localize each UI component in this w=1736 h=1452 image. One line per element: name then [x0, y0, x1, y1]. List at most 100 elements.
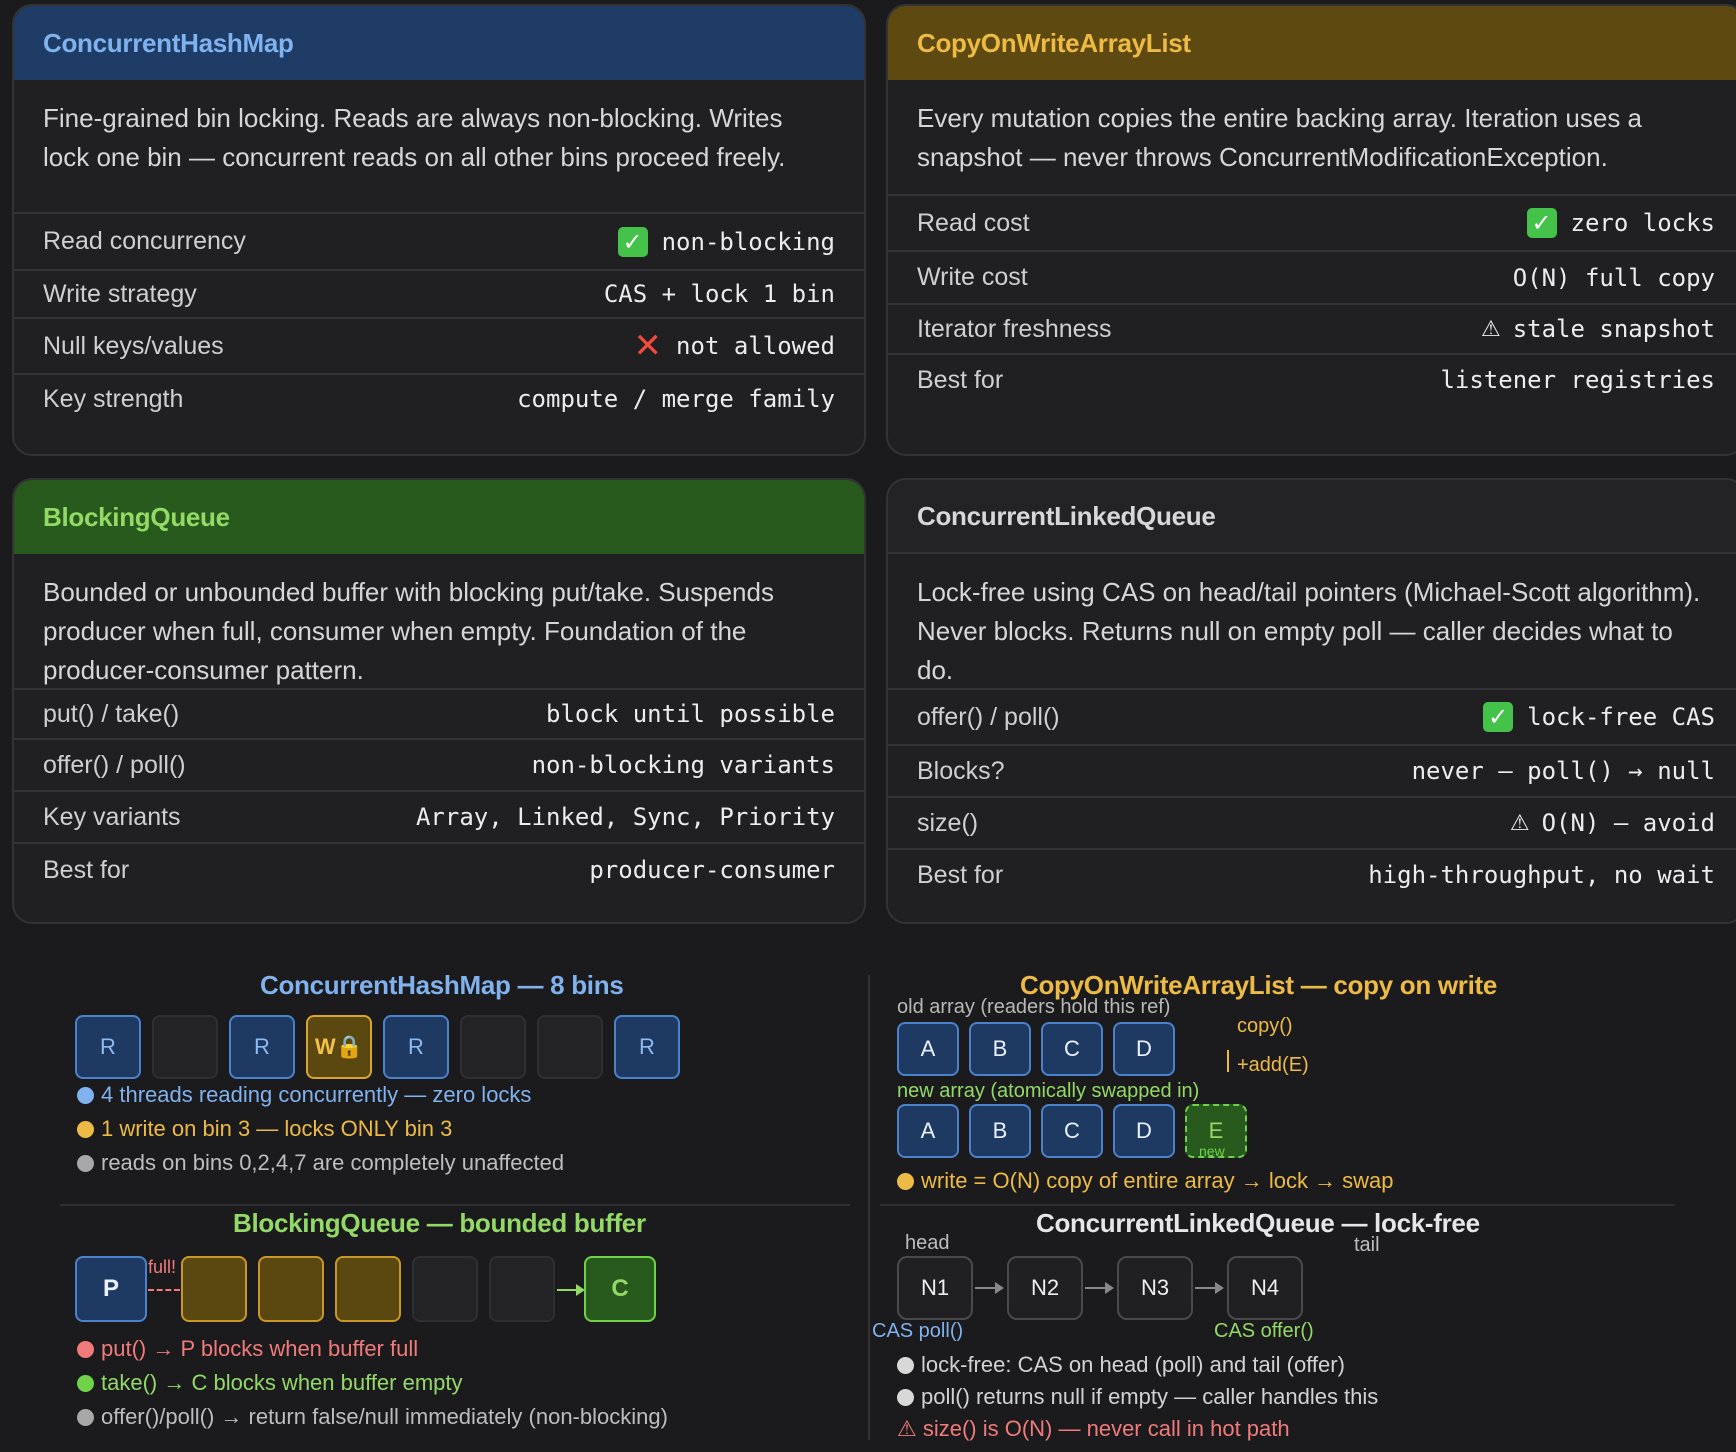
buffer-slot-full — [258, 1256, 324, 1322]
row-value: O(N) full copy — [1512, 263, 1715, 292]
check-icon: ✓ — [1526, 208, 1557, 238]
table-row: Write strategy CAS + lock 1 bin — [14, 269, 864, 317]
row-label: Blocks? — [917, 756, 1005, 785]
legend-dot — [77, 1120, 94, 1138]
buffer-slot-full — [335, 1256, 401, 1322]
full-label: full! — [148, 1257, 177, 1277]
cas-offer-label: CAS offer() — [1214, 1320, 1314, 1342]
node-link — [1085, 1287, 1107, 1289]
queue-node: N1 — [897, 1256, 973, 1320]
legend-text: 4 threads reading concurrently — zero lo… — [101, 1082, 532, 1107]
node-link — [975, 1287, 997, 1289]
old-array-item: C — [1041, 1022, 1103, 1076]
horizontal-divider — [60, 1204, 850, 1206]
legend-text: reads on bins 0,2,4,7 are completely una… — [101, 1150, 565, 1175]
legend-text: poll() returns null if empty — caller ha… — [921, 1384, 1379, 1409]
old-array-item: D — [1113, 1022, 1175, 1076]
card-title: ConcurrentLinkedQueue — [888, 480, 1736, 554]
row-label: size() — [917, 808, 979, 837]
legend-dot — [897, 1172, 914, 1190]
row-label: put() / take() — [43, 699, 180, 728]
row-value: producer-consumer — [589, 856, 835, 884]
row-value: not allowed — [676, 332, 835, 360]
row-label: Best for — [917, 860, 1004, 889]
bin-0: R — [75, 1015, 141, 1079]
copy-arrow-line — [1227, 1050, 1229, 1072]
check-icon: ✓ — [1483, 702, 1514, 732]
row-value: stale snapshot — [1512, 315, 1715, 343]
row-label: Iterator freshness — [917, 314, 1112, 343]
row-label: offer() / poll() — [43, 750, 186, 779]
row-value: block until possible — [546, 700, 835, 728]
bin-3: W🔒 — [306, 1015, 372, 1079]
producer-box: P — [75, 1256, 147, 1322]
bin-4: R — [383, 1015, 449, 1079]
copy-label: copy() — [1237, 1015, 1293, 1037]
table-row: Key variants Array, Linked, Sync, Priori… — [14, 790, 864, 842]
table-row: offer() / poll() ✓ lock-free CAS — [888, 688, 1736, 744]
new-array-item: C — [1041, 1104, 1103, 1158]
row-value: never — poll() → null — [1411, 757, 1715, 785]
legend-text: write = O(N) copy of entire array → lock… — [921, 1168, 1394, 1193]
table-row: Blocks? never — poll() → null — [888, 744, 1736, 796]
row-value: compute / merge family — [517, 385, 835, 413]
row-label: Null keys/values — [43, 331, 224, 360]
legend-item: put() → P blocks when buffer full — [77, 1336, 418, 1362]
card-title: ConcurrentHashMap — [14, 6, 864, 80]
row-label: Best for — [43, 855, 130, 884]
legend-item: offer()/poll() → return false/null immed… — [77, 1404, 668, 1430]
row-value: listener registries — [1440, 366, 1715, 394]
new-array-item: D — [1113, 1104, 1175, 1158]
chm-diagram-title: ConcurrentHashMap — 8 bins — [260, 970, 624, 1000]
legend-text: ⚠ size() is O(N) — never call in hot pat… — [897, 1416, 1290, 1441]
consumer-box: C — [584, 1256, 656, 1322]
buffer-slot-empty — [489, 1256, 555, 1322]
table-row: Null keys/values ✕ not allowed — [14, 317, 864, 373]
bin-6 — [537, 1015, 603, 1079]
table-row: Iterator freshness ⚠ stale snapshot — [888, 303, 1736, 353]
row-value: Array, Linked, Sync, Priority — [415, 803, 835, 831]
card-description: Bounded or unbounded buffer with blockin… — [43, 577, 774, 685]
table-row: Best for high-throughput, no wait — [888, 848, 1736, 900]
queue-node: N2 — [1007, 1256, 1083, 1320]
table-row: Read concurrency ✓ non-blocking — [14, 212, 864, 269]
old-array-label: old array (readers hold this ref) — [897, 996, 1171, 1018]
row-value: O(N) — avoid — [1541, 809, 1715, 837]
table-row: Best for producer-consumer — [14, 842, 864, 896]
table-row: size() ⚠ O(N) — avoid — [888, 796, 1736, 848]
bin-5 — [460, 1015, 526, 1079]
legend-item: 1 write on bin 3 — locks ONLY bin 3 — [77, 1116, 452, 1142]
legend-item: poll() returns null if empty — caller ha… — [897, 1384, 1378, 1410]
arrow-head-icon — [1105, 1282, 1114, 1294]
new-element-label: E — [1208, 1118, 1224, 1143]
bq-diagram-title: BlockingQueue — bounded buffer — [233, 1208, 646, 1238]
warning-icon: ⚠ — [1480, 316, 1501, 342]
concurrentlinkedqueue-card: ConcurrentLinkedQueue Lock-free using CA… — [886, 478, 1736, 924]
row-label: offer() / poll() — [917, 702, 1060, 731]
legend-dot — [77, 1154, 94, 1172]
row-label: Read concurrency — [43, 227, 246, 255]
row-value: non-blocking variants — [531, 751, 835, 779]
row-label: Read cost — [917, 208, 1030, 237]
table-row: Best for listener registries — [888, 353, 1736, 405]
old-array-item: A — [897, 1022, 959, 1076]
bin-2: R — [229, 1015, 295, 1079]
card-description: Lock-free using CAS on head/tail pointer… — [917, 577, 1701, 685]
table-row: put() / take() block until possible — [14, 688, 864, 738]
legend-dot — [77, 1086, 94, 1104]
warning-icon: ⚠ — [1509, 810, 1530, 836]
new-tag: new — [1199, 1143, 1225, 1159]
blockingqueue-card: BlockingQueue Bounded or unbounded buffe… — [12, 478, 866, 924]
buffer-slot-empty — [412, 1256, 478, 1322]
check-icon: ✓ — [617, 226, 648, 257]
new-array-item: B — [969, 1104, 1031, 1158]
table-row: Key strength compute / merge family — [14, 373, 864, 423]
blocked-dash — [148, 1289, 180, 1291]
buffer-slot-full — [181, 1256, 247, 1322]
legend-item: lock-free: CAS on head (poll) and tail (… — [897, 1352, 1345, 1378]
add-label: +add(E) — [1237, 1054, 1309, 1076]
legend-warning: ⚠ size() is O(N) — never call in hot pat… — [897, 1416, 1290, 1442]
card-description: Fine-grained bin locking. Reads are alwa… — [43, 103, 786, 172]
copyonwritearraylist-card: CopyOnWriteArrayList Every mutation copi… — [886, 4, 1736, 456]
legend-text: 1 write on bin 3 — locks ONLY bin 3 — [101, 1116, 453, 1141]
